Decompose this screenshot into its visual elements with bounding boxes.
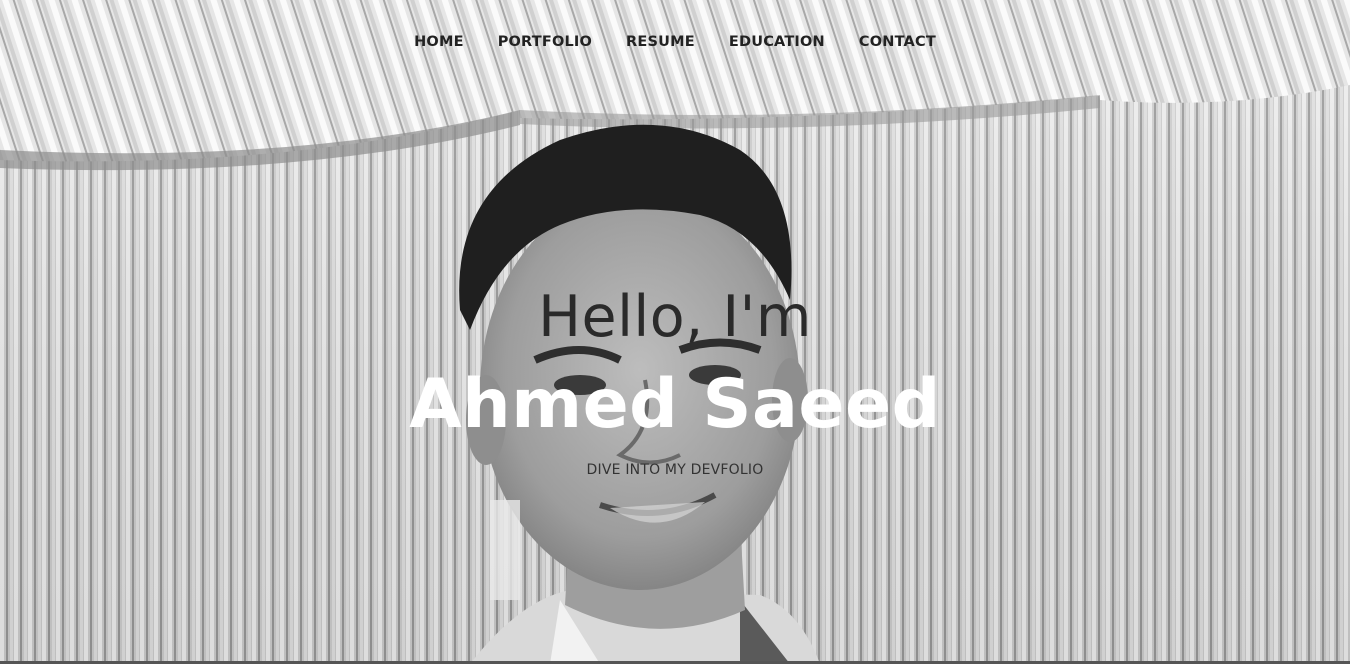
nav-resume-link[interactable]: RESUME <box>626 34 695 50</box>
nav-contact-link[interactable]: CONTACT <box>859 34 936 50</box>
hero-tagline-link[interactable]: DIVE INTO MY DEVFOLIO <box>587 462 764 478</box>
nav-education-link[interactable]: EDUCATION <box>729 34 825 50</box>
nav-home-link[interactable]: HOME <box>414 34 464 50</box>
hero-intro: Hello, I'm Ahmed Saeed DIVE INTO MY DEVF… <box>0 278 1350 478</box>
hero-section: HOME PORTFOLIO RESUME EDUCATION CONTACT … <box>0 0 1350 664</box>
hero-greeting: Hello, I'm <box>538 284 812 350</box>
nav-portfolio-link[interactable]: PORTFOLIO <box>498 34 592 50</box>
main-navigation: HOME PORTFOLIO RESUME EDUCATION CONTACT <box>0 0 1350 84</box>
hero-name: Ahmed Saeed <box>409 365 941 444</box>
